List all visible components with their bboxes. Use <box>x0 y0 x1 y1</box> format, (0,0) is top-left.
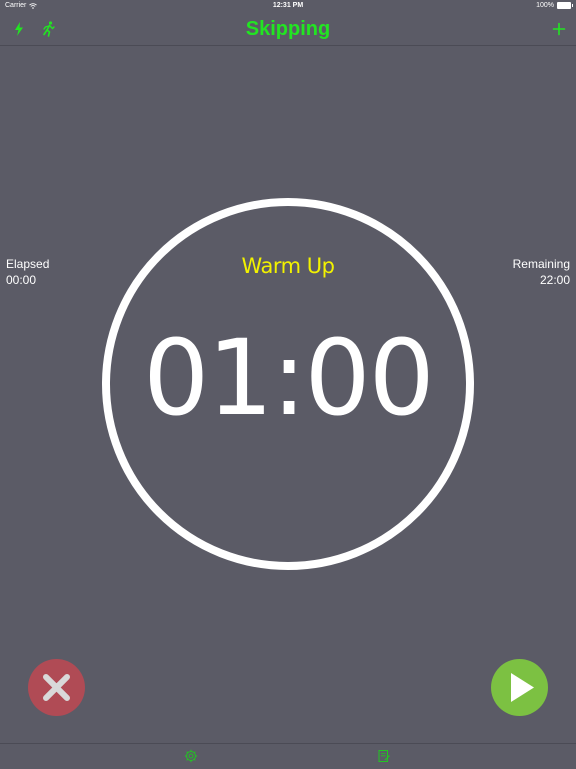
battery-percent: 100% <box>536 2 554 9</box>
x-icon <box>43 674 70 701</box>
status-time: 12:31 PM <box>272 2 304 9</box>
settings-gear-icon[interactable] <box>184 749 198 763</box>
status-battery: 100% <box>536 2 573 9</box>
phase-name: Warm Up <box>241 254 335 278</box>
stop-button[interactable] <box>28 659 85 716</box>
battery-icon <box>557 2 573 9</box>
play-icon <box>511 673 534 702</box>
tab-bar <box>0 743 576 769</box>
page-title: Skipping <box>245 18 331 40</box>
status-bar: Carrier 12:31 PM 100% <box>0 0 576 12</box>
notes-edit-icon[interactable] <box>377 749 391 763</box>
nav-bar: Skipping <box>0 12 576 46</box>
play-button[interactable] <box>491 659 548 716</box>
plus-icon[interactable] <box>550 20 568 38</box>
timer-display: 01:00 <box>143 317 435 439</box>
